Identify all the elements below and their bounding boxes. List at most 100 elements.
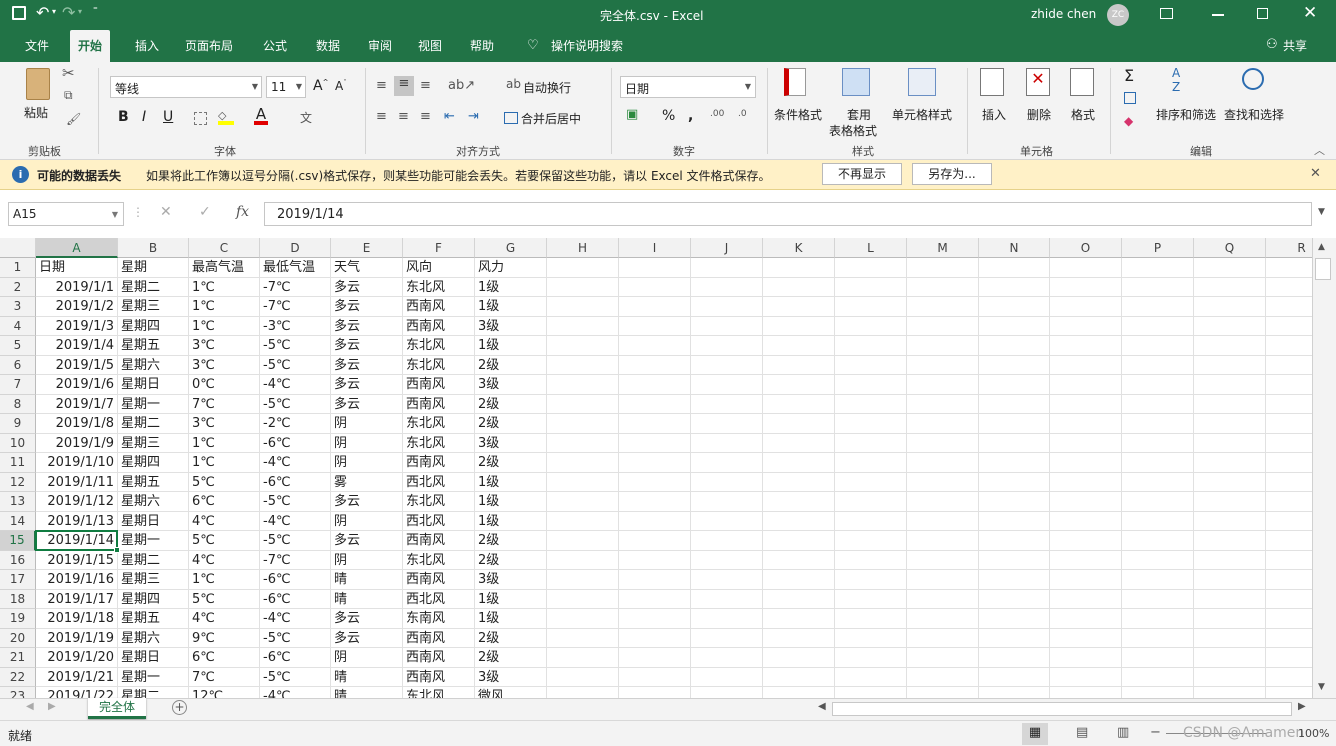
column-header-a[interactable]: A [36, 238, 118, 258]
align-right-icon[interactable]: ≡ [420, 109, 431, 124]
table-cell[interactable]: 东北风 [406, 687, 475, 698]
table-cell[interactable]: 星期一 [121, 395, 189, 415]
minimize-icon[interactable] [1212, 14, 1224, 16]
table-cell[interactable]: -7℃ [263, 551, 331, 571]
table-cell[interactable]: -5℃ [263, 395, 331, 415]
zoom-out-icon[interactable]: − [1150, 725, 1161, 740]
table-cell[interactable]: 西北风 [406, 473, 475, 493]
tab-formulas[interactable]: 公式 [263, 30, 287, 62]
table-cell[interactable]: -7℃ [263, 297, 331, 317]
table-cell[interactable]: 1级 [478, 609, 547, 629]
table-cell[interactable]: 5℃ [192, 473, 260, 493]
table-cell[interactable]: 2019/1/8 [36, 414, 114, 434]
row-header[interactable]: 20 [0, 628, 36, 648]
table-cell[interactable]: 1℃ [192, 317, 260, 337]
table-cell[interactable]: 1℃ [192, 434, 260, 454]
ribbon-display-options-icon[interactable] [1160, 8, 1173, 19]
table-cell[interactable]: 西南风 [406, 297, 475, 317]
column-title-cell[interactable]: 最高气温 [192, 258, 260, 278]
autosum-icon[interactable]: Σ [1124, 66, 1134, 85]
table-cell[interactable]: -4℃ [263, 453, 331, 473]
table-cell[interactable]: 东北风 [406, 492, 475, 512]
table-cell[interactable]: 东北风 [406, 551, 475, 571]
table-cell[interactable]: 星期五 [121, 336, 189, 356]
row-header[interactable]: 13 [0, 492, 36, 512]
table-cell[interactable]: 2019/1/9 [36, 434, 114, 454]
table-cell[interactable]: 晴 [334, 668, 403, 688]
column-title-cell[interactable]: 最低气温 [263, 258, 331, 278]
table-cell[interactable]: 晴 [334, 570, 403, 590]
row-header[interactable]: 11 [0, 453, 36, 473]
row-header[interactable]: 17 [0, 570, 36, 590]
table-cell[interactable]: 阴 [334, 512, 403, 532]
table-cell[interactable]: 2级 [478, 629, 547, 649]
delete-cells-button[interactable]: 删除 [1027, 106, 1051, 123]
table-cell[interactable]: 多云 [334, 531, 403, 551]
table-cell[interactable]: 9℃ [192, 629, 260, 649]
tab-home[interactable]: 开始 [70, 30, 111, 62]
align-bottom-icon[interactable]: ≡ [420, 78, 431, 93]
underline-icon[interactable]: U [163, 109, 173, 125]
column-header-k[interactable]: K [763, 238, 835, 258]
table-cell[interactable]: 4℃ [192, 551, 260, 571]
avatar[interactable]: ZC [1107, 4, 1129, 26]
table-cell[interactable]: -7℃ [263, 278, 331, 298]
table-cell[interactable]: 1℃ [192, 570, 260, 590]
table-cell[interactable]: -6℃ [263, 473, 331, 493]
conditional-format-button[interactable]: 条件格式 [774, 106, 822, 123]
table-cell[interactable]: 7℃ [192, 668, 260, 688]
table-cell[interactable]: 东南风 [406, 609, 475, 629]
column-header-l[interactable]: L [835, 238, 907, 258]
fill-icon[interactable] [1124, 92, 1136, 104]
scroll-right-icon[interactable]: ▶ [48, 701, 56, 712]
table-cell[interactable]: 多云 [334, 356, 403, 376]
fill-handle[interactable] [114, 546, 120, 553]
table-cell[interactable]: 2019/1/18 [36, 609, 114, 629]
table-cell[interactable]: 多云 [334, 278, 403, 298]
table-cell[interactable]: 星期三 [121, 570, 189, 590]
column-title-cell[interactable]: 星期 [121, 258, 189, 278]
table-cell[interactable]: 多云 [334, 375, 403, 395]
table-cell[interactable]: -5℃ [263, 336, 331, 356]
table-cell[interactable]: 1级 [478, 278, 547, 298]
table-cell[interactable]: 2019/1/17 [36, 590, 114, 610]
add-sheet-icon[interactable]: + [172, 700, 187, 715]
table-cell[interactable]: 2019/1/1 [36, 278, 114, 298]
table-cell[interactable]: 星期二 [121, 414, 189, 434]
table-cell[interactable]: -3℃ [263, 317, 331, 337]
table-cell[interactable]: 星期四 [121, 590, 189, 610]
table-cell[interactable]: 2019/1/15 [36, 551, 114, 571]
table-cell[interactable]: 多云 [334, 317, 403, 337]
align-top-icon[interactable]: ≡ [376, 78, 387, 93]
row-header[interactable]: 15 [0, 531, 36, 551]
table-cell[interactable]: 2019/1/21 [36, 668, 114, 688]
redo-dropdown-icon[interactable]: ▾ [78, 7, 82, 16]
table-cell[interactable]: 2019/1/2 [36, 297, 114, 317]
row-header[interactable]: 12 [0, 472, 36, 492]
redo-icon[interactable]: ↷ [62, 3, 75, 22]
table-cell[interactable]: 2019/1/12 [36, 492, 114, 512]
row-header[interactable]: 5 [0, 336, 36, 356]
tab-file[interactable]: 文件 [25, 30, 49, 62]
table-cell[interactable]: 3级 [478, 434, 547, 454]
close-message-icon[interactable]: ✕ [1310, 166, 1321, 181]
table-cell[interactable]: 多云 [334, 609, 403, 629]
close-icon[interactable]: ✕ [1303, 3, 1317, 23]
table-cell[interactable]: 2级 [478, 531, 547, 551]
column-header-c[interactable]: C [189, 238, 260, 258]
table-cell[interactable]: -5℃ [263, 629, 331, 649]
table-cell[interactable]: 星期五 [121, 609, 189, 629]
table-cell[interactable]: 2019/1/13 [36, 512, 114, 532]
row-header[interactable]: 14 [0, 511, 36, 531]
table-cell[interactable]: 1℃ [192, 278, 260, 298]
restore-icon[interactable] [1257, 8, 1268, 19]
row-header[interactable]: 6 [0, 355, 36, 375]
number-format-select[interactable]: 日期 ▼ [620, 76, 756, 98]
table-cell[interactable]: 1级 [478, 473, 547, 493]
table-cell[interactable]: -5℃ [263, 356, 331, 376]
table-cell[interactable]: 阴 [334, 434, 403, 454]
tab-view[interactable]: 视图 [418, 30, 442, 62]
table-cell[interactable]: 1℃ [192, 453, 260, 473]
align-middle-icon[interactable]: ≡ [394, 76, 414, 96]
table-cell[interactable]: -6℃ [263, 648, 331, 668]
